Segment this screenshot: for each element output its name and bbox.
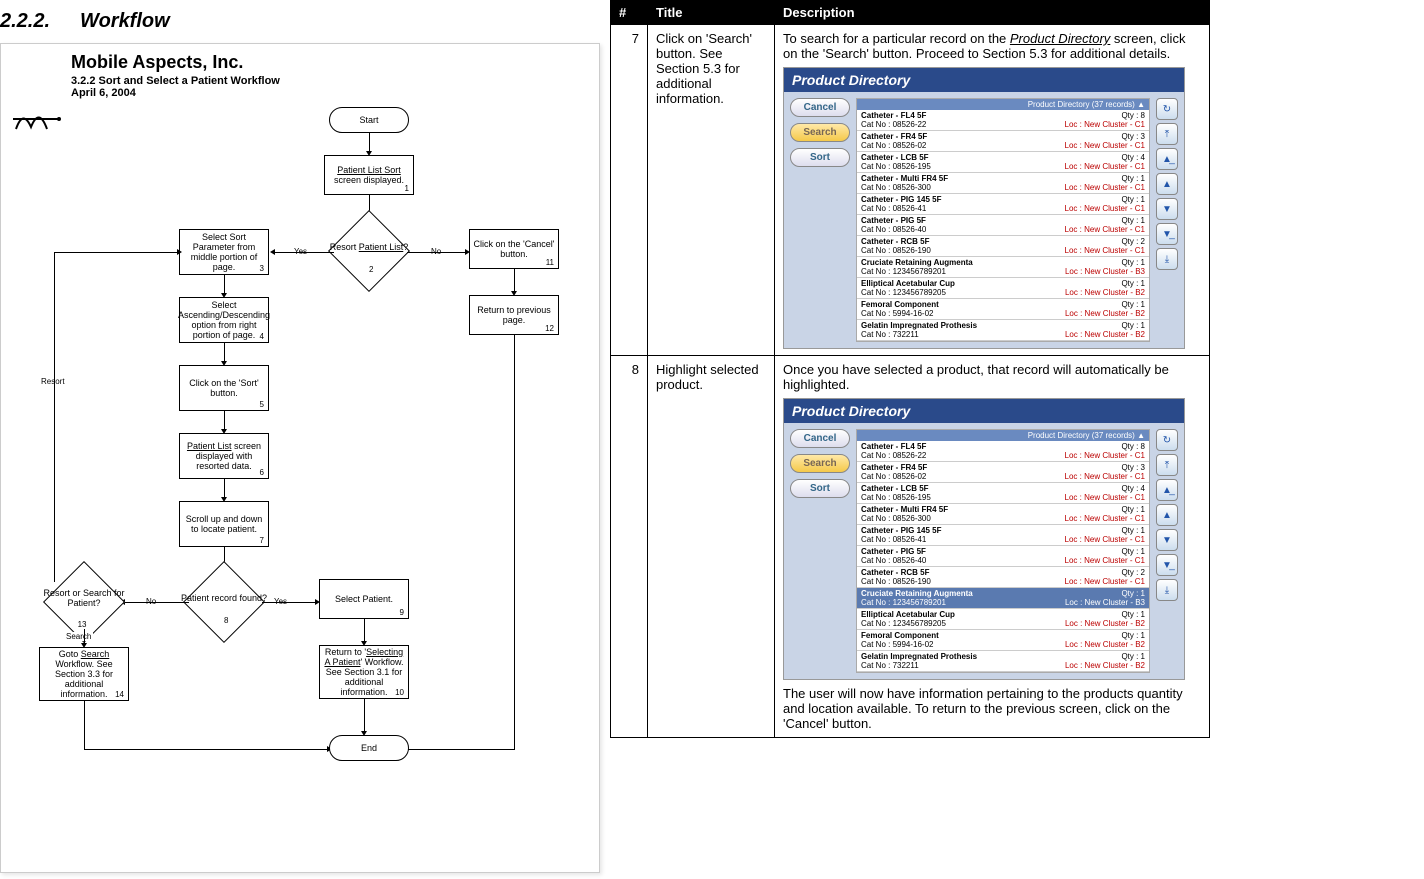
node-decision-2: Resort Patient List? 2 (329, 222, 409, 272)
step-description: To search for a particular record on the… (775, 25, 1210, 356)
list-item[interactable]: Catheter - FL4 5FCat No : 08526-22Qty : … (857, 441, 1149, 462)
step-title: Highlight selected product. (648, 356, 775, 738)
scroll-down-icon[interactable]: ▼ (1156, 198, 1178, 220)
node-9: Select Patient.9 (319, 579, 409, 619)
page-up-icon[interactable]: ▲̲ (1156, 148, 1178, 170)
step-number: 7 (611, 25, 648, 356)
section-title: Workflow (80, 10, 170, 32)
list-item[interactable]: Catheter - FR4 5FCat No : 08526-02Qty : … (857, 462, 1149, 483)
company-name: Mobile Aspects, Inc. (71, 52, 591, 73)
section-heading: 2.2.2. Workflow (0, 10, 600, 33)
step-number: 8 (611, 356, 648, 738)
scroll-bottom-icon[interactable]: ⤓ (1156, 579, 1178, 601)
list-item[interactable]: Catheter - RCB 5FCat No : 08526-190Qty :… (857, 236, 1149, 257)
scroll-down-icon[interactable]: ▼ (1156, 529, 1178, 551)
thumb-title: Product Directory (784, 399, 1184, 423)
steps-table: # Title Description 7 Click on 'Search' … (610, 0, 1210, 738)
search-button[interactable]: Search (790, 123, 850, 142)
list-count: Product Directory (37 records) ▲ (857, 430, 1149, 441)
list-item[interactable]: Femoral ComponentCat No : 5994-16-02Qty … (857, 630, 1149, 651)
product-directory-screenshot: Product Directory Cancel Search Sort Pro… (783, 67, 1185, 349)
node-end: End (329, 735, 409, 761)
product-list: Product Directory (37 records) ▲ Cathete… (856, 98, 1150, 342)
node-10: Return to 'Selecting A Patient' Workflow… (319, 645, 409, 699)
refresh-icon[interactable]: ↻ (1156, 429, 1178, 451)
table-row: 8 Highlight selected product. Once you h… (611, 356, 1210, 738)
workflow-diagram: Mobile Aspects, Inc. 3.2.2 Sort and Sele… (0, 43, 600, 873)
refresh-icon[interactable]: ↻ (1156, 98, 1178, 120)
node-5: Click on the 'Sort' button.5 (179, 365, 269, 411)
list-item[interactable]: Femoral ComponentCat No : 5994-16-02Qty … (857, 299, 1149, 320)
list-item[interactable]: Catheter - PIG 145 5FCat No : 08526-41Qt… (857, 525, 1149, 546)
list-item[interactable]: Catheter - PIG 5FCat No : 08526-40Qty : … (857, 546, 1149, 567)
diagram-date: April 6, 2004 (71, 87, 591, 99)
node-7: Scroll up and down to locate patient.7 (179, 501, 269, 547)
list-item[interactable]: Catheter - PIG 5FCat No : 08526-40Qty : … (857, 215, 1149, 236)
sort-button[interactable]: Sort (790, 148, 850, 167)
cancel-button[interactable]: Cancel (790, 429, 850, 448)
node-decision-13: Resort or Search for Patient? 13 (44, 573, 124, 623)
node-4: Select Ascending/Descending option from … (179, 297, 269, 343)
node-12: Return to previous page.12 (469, 295, 559, 335)
list-item[interactable]: Gelatin Impregnated ProthesisCat No : 73… (857, 651, 1149, 672)
product-directory-screenshot: Product Directory Cancel Search Sort Pro… (783, 398, 1185, 680)
diagram-subtitle: 3.2.2 Sort and Select a Patient Workflow (71, 75, 591, 87)
list-item[interactable]: Gelatin Impregnated ProthesisCat No : 73… (857, 320, 1149, 341)
step-description: Once you have selected a product, that r… (775, 356, 1210, 738)
node-11: Click on the 'Cancel' button.11 (469, 229, 559, 269)
list-item[interactable]: Cruciate Retaining AugmentaCat No : 1234… (857, 588, 1149, 609)
list-count: Product Directory (37 records) ▲ (857, 99, 1149, 110)
list-item[interactable]: Catheter - LCB 5FCat No : 08526-195Qty :… (857, 152, 1149, 173)
scroll-bottom-icon[interactable]: ⤓ (1156, 248, 1178, 270)
list-item[interactable]: Catheter - LCB 5FCat No : 08526-195Qty :… (857, 483, 1149, 504)
list-item[interactable]: Catheter - RCB 5FCat No : 08526-190Qty :… (857, 567, 1149, 588)
scroll-top-icon[interactable]: ⤒ (1156, 454, 1178, 476)
scroll-top-icon[interactable]: ⤒ (1156, 123, 1178, 145)
product-list: Product Directory (37 records) ▲ Cathete… (856, 429, 1150, 673)
page-up-icon[interactable]: ▲̲ (1156, 479, 1178, 501)
scroll-up-icon[interactable]: ▲ (1156, 173, 1178, 195)
step-title: Click on 'Search' button. See Section 5.… (648, 25, 775, 356)
node-1: Patient List Sortscreen displayed.1 (324, 155, 414, 195)
list-item[interactable]: Elliptical Acetabular CupCat No : 123456… (857, 609, 1149, 630)
thumb-title: Product Directory (784, 68, 1184, 92)
list-item[interactable]: Catheter - FR4 5FCat No : 08526-02Qty : … (857, 131, 1149, 152)
list-item[interactable]: Catheter - Multi FR4 5FCat No : 08526-30… (857, 173, 1149, 194)
list-item[interactable]: Catheter - PIG 145 5FCat No : 08526-41Qt… (857, 194, 1149, 215)
sort-button[interactable]: Sort (790, 479, 850, 498)
section-number: 2.2.2. (0, 10, 50, 32)
node-6: Patient List screen displayed with resor… (179, 433, 269, 479)
node-3: Select Sort Parameter from middle portio… (179, 229, 269, 275)
node-decision-8: Patient record found? 8 (184, 573, 264, 623)
col-title: Title (648, 1, 775, 25)
cancel-button[interactable]: Cancel (790, 98, 850, 117)
list-item[interactable]: Catheter - FL4 5FCat No : 08526-22Qty : … (857, 110, 1149, 131)
scroll-up-icon[interactable]: ▲ (1156, 504, 1178, 526)
table-row: 7 Click on 'Search' button. See Section … (611, 25, 1210, 356)
node-start: Start (329, 107, 409, 133)
page-down-icon[interactable]: ▼̲ (1156, 223, 1178, 245)
list-item[interactable]: Catheter - Multi FR4 5FCat No : 08526-30… (857, 504, 1149, 525)
list-item[interactable]: Elliptical Acetabular CupCat No : 123456… (857, 278, 1149, 299)
col-desc: Description (775, 1, 1210, 25)
search-button[interactable]: Search (790, 454, 850, 473)
node-14: Goto Search Workflow. See Section 3.3 fo… (39, 647, 129, 701)
list-item[interactable]: Cruciate Retaining AugmentaCat No : 1234… (857, 257, 1149, 278)
col-num: # (611, 1, 648, 25)
page-down-icon[interactable]: ▼̲ (1156, 554, 1178, 576)
